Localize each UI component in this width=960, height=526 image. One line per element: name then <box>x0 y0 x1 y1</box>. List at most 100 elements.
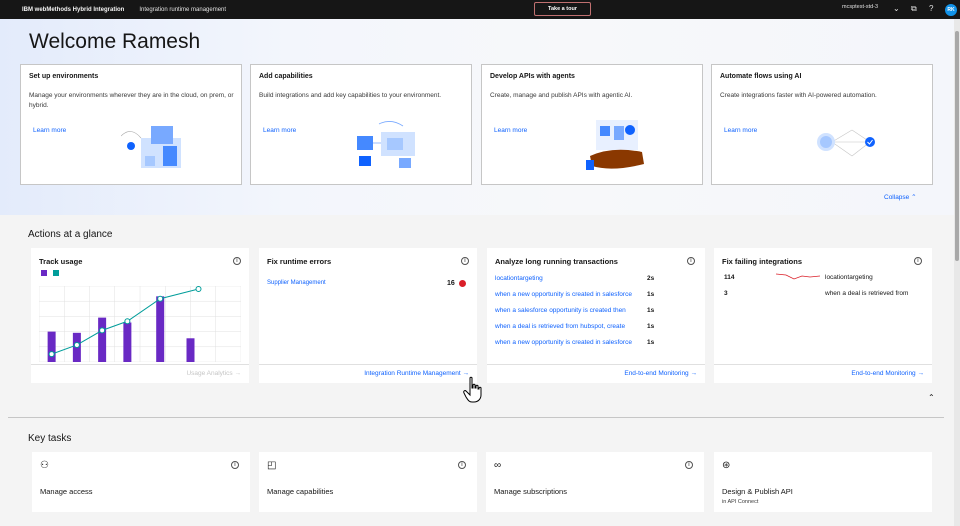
info-icon[interactable]: i <box>461 257 469 265</box>
manage-capabilities-card[interactable]: ◰ i Manage capabilities <box>259 452 477 512</box>
manage-access-card[interactable]: ⚇ i Manage access <box>32 452 250 512</box>
card-title: Set up environments <box>29 73 99 80</box>
switcher-icon[interactable]: ⧉ <box>911 4 917 14</box>
chart-point <box>73 341 80 348</box>
list-item[interactable]: 114 locationtargeting <box>724 274 924 284</box>
capability-card-environments[interactable]: Set up environments Manage your environm… <box>20 64 242 185</box>
card-footer: End-to-end Monitoring → <box>714 364 932 383</box>
integration-runtime-management-link[interactable]: Integration Runtime Management → <box>364 370 469 377</box>
card-description: Manage your environments wherever they a… <box>29 92 234 109</box>
capability-card-add-capabilities[interactable]: Add capabilities Build integrations and … <box>250 64 472 185</box>
chart-bar <box>98 317 107 362</box>
end-to-end-monitoring-link[interactable]: End-to-end Monitoring → <box>851 370 924 377</box>
learn-more-link[interactable]: Learn more <box>263 127 296 134</box>
chart-bar <box>47 331 56 362</box>
avatar[interactable]: RK <box>945 4 957 16</box>
breadcrumb[interactable]: Integration runtime management <box>139 7 226 13</box>
legend-line-swatch <box>53 270 59 276</box>
failing-integrations-card: Fix failing integrations i 114 locationt… <box>714 248 932 383</box>
transaction-name[interactable]: when a salesforce opportunity is created… <box>495 307 643 314</box>
usage-chart <box>39 286 241 362</box>
learn-more-link[interactable]: Learn more <box>724 127 757 134</box>
failure-count: 3 <box>724 290 728 297</box>
transaction-duration: 1s <box>647 291 655 298</box>
chart-point <box>99 327 106 334</box>
api-icon: ⊛ <box>722 460 731 471</box>
chevron-up-icon: ⌃ <box>911 194 917 201</box>
capability-card-automate-flows[interactable]: Automate flows using AI Create integrati… <box>711 64 933 185</box>
card-title: Analyze long running transactions <box>495 257 618 266</box>
task-title: Manage access <box>40 487 93 496</box>
chart-point <box>157 295 164 302</box>
page-title: Welcome Ramesh <box>29 30 201 53</box>
automate-illustration <box>817 129 875 157</box>
card-footer: Integration Runtime Management → <box>259 364 477 383</box>
capability-card-develop-apis[interactable]: Develop APIs with agents Create, manage … <box>481 64 703 185</box>
link-label: Integration Runtime Management <box>364 370 461 377</box>
subscriptions-icon: ∞ <box>494 460 502 471</box>
transaction-name[interactable]: when a new opportunity is created in sal… <box>495 291 643 298</box>
scrollbar-thumb[interactable] <box>955 31 959 261</box>
chart-bar <box>186 338 195 362</box>
card-title: Fix failing integrations <box>722 257 803 266</box>
card-title: Develop APIs with agents <box>490 73 575 80</box>
task-title: Manage subscriptions <box>494 487 567 496</box>
account-switcher[interactable]: mcsptest-std-3 <box>842 4 878 10</box>
arrow-right-icon: → <box>917 370 925 377</box>
info-icon[interactable]: i <box>233 257 241 265</box>
list-item[interactable]: 3 when a deal is retrieved from <box>724 290 924 300</box>
info-icon[interactable]: i <box>231 461 239 469</box>
transaction-duration: 1s <box>647 323 655 330</box>
list-item[interactable]: when a deal is retrieved from hubspot, c… <box>495 323 695 333</box>
chart-bar <box>156 296 165 362</box>
integration-name[interactable]: locationtargeting <box>825 274 873 281</box>
chevron-up-icon[interactable]: ⌃ <box>928 393 935 402</box>
transaction-duration: 1s <box>647 307 655 314</box>
page-scrollbar[interactable] <box>954 19 960 526</box>
info-icon[interactable]: i <box>687 257 695 265</box>
brand-name[interactable]: IBM webMethods Hybrid Integration <box>22 7 124 13</box>
card-title: Fix runtime errors <box>267 257 332 266</box>
collapse-label: Collapse <box>884 194 910 201</box>
list-item[interactable]: locationtargeting 2s <box>495 275 695 285</box>
take-a-tour-button[interactable]: Take a tour <box>534 2 591 16</box>
actions-section-title: Actions at a glance <box>28 229 113 240</box>
learn-more-link[interactable]: Learn more <box>494 127 527 134</box>
failure-count: 114 <box>724 274 735 281</box>
card-title: Track usage <box>39 257 83 266</box>
apis-illustration <box>586 120 644 170</box>
task-title: Manage capabilities <box>267 487 334 496</box>
list-item[interactable]: when a new opportunity is created in sal… <box>495 339 695 349</box>
environments-illustration <box>121 126 181 168</box>
transaction-duration: 1s <box>647 339 655 346</box>
welcome-banner: Welcome Ramesh Set up environments Manag… <box>0 19 954 215</box>
transaction-name[interactable]: locationtargeting <box>495 275 643 282</box>
design-publish-api-card[interactable]: ⊛ Design & Publish API in API Connect <box>714 452 932 512</box>
arrow-right-icon: → <box>234 370 242 377</box>
list-item[interactable]: when a salesforce opportunity is created… <box>495 307 695 317</box>
transaction-name[interactable]: when a deal is retrieved from hubspot, c… <box>495 323 643 330</box>
collapse-button[interactable]: Collapse ⌃ <box>884 193 917 201</box>
chart-point <box>195 286 202 293</box>
usage-analytics-link[interactable]: Usage Analytics → <box>186 370 241 377</box>
chevron-down-icon[interactable]: ⌄ <box>893 4 900 14</box>
transaction-name[interactable]: when a new opportunity is created in sal… <box>495 339 643 346</box>
track-usage-card: Track usage i Usage Analytics → <box>31 248 249 383</box>
manage-subscriptions-card[interactable]: ∞ i Manage subscriptions <box>486 452 704 512</box>
card-footer: Usage Analytics → <box>31 364 249 383</box>
link-label: End-to-end Monitoring <box>624 370 689 377</box>
card-footer: End-to-end Monitoring → <box>487 364 705 383</box>
info-icon[interactable]: i <box>685 461 693 469</box>
learn-more-link[interactable]: Learn more <box>33 127 66 134</box>
info-icon[interactable]: i <box>458 461 466 469</box>
legend-bar-swatch <box>41 270 47 276</box>
help-icon[interactable]: ? <box>929 4 933 14</box>
integration-name[interactable]: Supplier Management <box>267 280 326 286</box>
list-item[interactable]: when a new opportunity is created in sal… <box>495 291 695 301</box>
capabilities-illustration <box>357 121 415 168</box>
integration-name[interactable]: when a deal is retrieved from <box>825 290 908 297</box>
info-icon[interactable]: i <box>914 257 922 265</box>
key-tasks-section-title: Key tasks <box>28 433 72 444</box>
end-to-end-monitoring-link[interactable]: End-to-end Monitoring → <box>624 370 697 377</box>
top-bar: IBM webMethods Hybrid Integration Integr… <box>0 0 960 19</box>
